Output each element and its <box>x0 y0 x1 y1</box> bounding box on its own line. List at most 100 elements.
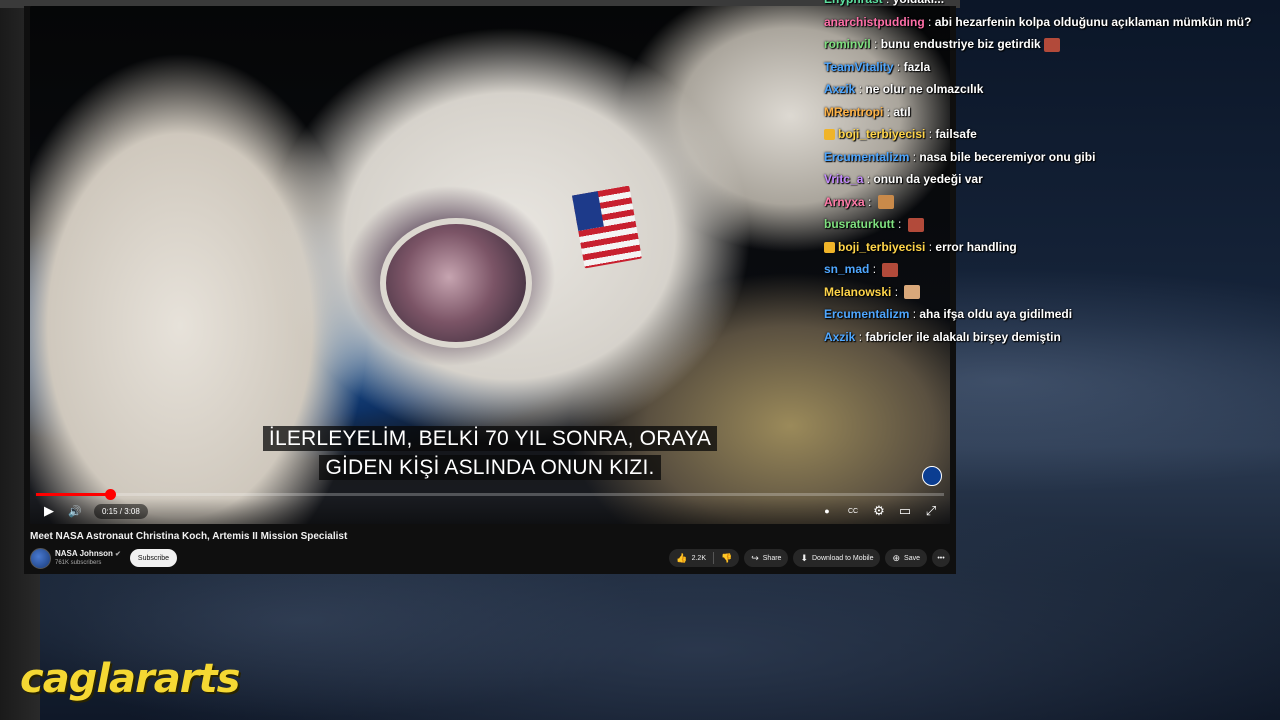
chat-message: Vritc_a : onun da yedeği var <box>824 168 1274 191</box>
chat-username[interactable]: Melanowski <box>824 285 891 299</box>
more-options-button[interactable]: ••• <box>932 549 950 567</box>
chat-separator: : <box>864 194 875 209</box>
chat-username[interactable]: boji_terbiyecisi <box>838 240 925 254</box>
share-button[interactable]: ↪ Share <box>744 549 789 567</box>
dislike-icon[interactable]: 👎 <box>721 553 732 564</box>
captions-icon[interactable]: CC <box>840 500 866 522</box>
chat-message: boji_terbiyecisi : error handling <box>824 236 1274 259</box>
like-count[interactable]: 2.2K <box>692 555 706 562</box>
settings-icon[interactable]: ⚙ <box>866 500 892 522</box>
chat-separator: : <box>869 262 880 276</box>
chat-text: nasa bile beceremiyor onu gibi <box>919 149 1096 164</box>
chat-username[interactable]: anarchistpudding <box>824 15 925 29</box>
chat-username[interactable]: Axzik <box>824 82 855 96</box>
channel-avatar[interactable] <box>30 548 51 569</box>
us-flag-patch <box>572 185 642 269</box>
save-icon: ⊕ <box>892 552 901 563</box>
autoplay-toggle-icon[interactable]: ● <box>814 500 840 522</box>
chat-message: TeamVitality : fazla <box>824 56 1274 79</box>
chat-separator: : <box>925 127 936 141</box>
progress-fill <box>36 493 110 496</box>
share-icon: ↪ <box>751 552 759 563</box>
video-title[interactable]: Meet NASA Astronaut Christina Koch, Arte… <box>30 531 347 542</box>
chat-text: failsafe <box>935 127 977 141</box>
chat-message: sn_mad : <box>824 258 1274 281</box>
chat-message: Axzik : fabricler ile alakalı birşey dem… <box>824 326 1274 349</box>
save-label: Save <box>904 554 920 562</box>
subscribe-button[interactable]: Subscribe <box>130 549 177 567</box>
chat-text: aha ifşa oldu aya gidilmedi <box>919 307 1073 321</box>
chat-separator: : <box>870 37 881 51</box>
chat-username[interactable]: boji_terbiyecisi <box>838 127 925 141</box>
share-label: Share <box>762 554 782 562</box>
chat-username[interactable]: Arnyxa <box>824 195 865 209</box>
like-divider <box>713 552 714 564</box>
chat-username[interactable]: TeamVitality <box>824 60 894 74</box>
chat-separator: : <box>863 172 874 186</box>
chat-emote-icon <box>1043 37 1060 52</box>
chat-separator: : <box>855 329 866 344</box>
brand-watermark: caglararts <box>20 656 240 702</box>
chat-text: abi hezarfenin kolpa olduğunu açıklaman … <box>934 14 1252 29</box>
subtitle-line-2: GİDEN KİŞİ ASLINDA ONUN KIZI. <box>319 455 661 480</box>
chat-text: yoldaki... <box>893 0 944 6</box>
chat-username[interactable]: Ercumentalizm <box>824 307 909 321</box>
like-icon[interactable]: 👍 <box>676 553 687 564</box>
download-icon: ⬇ <box>800 552 808 563</box>
chat-username[interactable]: Ercumentalizm <box>824 150 909 164</box>
chat-username[interactable]: busraturkutt <box>824 217 895 231</box>
chat-separator: : <box>883 104 894 119</box>
miniplayer-icon[interactable]: ▭ <box>892 500 918 522</box>
chat-username[interactable]: rominvil <box>824 37 871 51</box>
chat-message: Ercumentalizm : nasa bile beceremiyor on… <box>824 146 1274 169</box>
chat-separator: : <box>855 82 866 96</box>
chat-text: bunu endustriye biz getirdik <box>880 37 1041 51</box>
astronaut-visor <box>380 218 532 348</box>
download-label: Download to Mobile <box>812 554 874 562</box>
chat-username[interactable]: sn_mad <box>824 262 869 276</box>
volume-icon[interactable]: 🔊 <box>62 500 88 522</box>
chat-username[interactable]: Axzik <box>824 330 855 344</box>
chat-username[interactable]: MRentropi <box>824 105 883 119</box>
download-button[interactable]: ⬇ Download to Mobile <box>793 549 881 567</box>
chat-separator: : <box>909 307 920 321</box>
play-icon[interactable]: ▶ <box>36 500 62 522</box>
chat-emote-icon <box>877 195 894 210</box>
chat-message: Enyphrast : yoldaki... <box>824 0 1274 11</box>
channel-name-text: NASA Johnson <box>55 549 113 558</box>
chat-message: Melanowski : <box>824 281 1274 304</box>
like-dislike-group: 👍 2.2K 👎 <box>669 549 740 567</box>
chat-emote-icon <box>907 217 924 232</box>
chat-username[interactable]: Enyphrast <box>824 0 883 6</box>
channel-name[interactable]: NASA Johnson ✔ <box>55 549 121 558</box>
player-controls: ▶ 🔊 0:15 / 3:08 ● CC ⚙ ▭ ⤢ <box>30 498 950 524</box>
save-button[interactable]: ⊕ Save <box>885 549 927 567</box>
chat-separator: : <box>883 0 893 6</box>
chat-separator: : <box>893 59 904 74</box>
chat-message: anarchistpudding : abi hezarfenin kolpa … <box>824 11 1274 34</box>
chat-separator: : <box>909 149 920 164</box>
chat-message: Arnyxa : <box>824 191 1274 214</box>
chat-username[interactable]: Vritc_a <box>824 172 863 186</box>
chat-message: boji_terbiyecisi : failsafe <box>824 123 1274 146</box>
chat-message: busraturkutt : <box>824 213 1274 236</box>
chat-emote-icon <box>904 285 921 300</box>
chat-overlay: Enyphrast : yoldaki...anarchistpudding :… <box>824 0 1274 348</box>
chat-text: ne olur ne olmazcılık <box>865 82 984 96</box>
progress-bar[interactable] <box>36 489 944 500</box>
chat-text: onun da yedeği var <box>873 172 983 186</box>
chat-message: MRentropi : atıl <box>824 101 1274 124</box>
crown-badge-icon <box>824 129 835 141</box>
fullscreen-icon[interactable]: ⤢ <box>918 500 944 522</box>
chat-text: error handling <box>935 239 1017 254</box>
chat-emote-icon <box>882 262 899 277</box>
chat-separator: : <box>894 217 905 231</box>
verified-icon: ✔ <box>114 551 121 558</box>
subtitle-line-1: İLERLEYELİM, BELKİ 70 YIL SONRA, ORAYA <box>262 426 718 451</box>
action-bar: 👍 2.2K 👎 ↪ Share ⬇ Download to Mobile ⊕ … <box>669 548 950 568</box>
chat-message: Axzik : ne olur ne olmazcılık <box>824 78 1274 101</box>
chat-separator: : <box>891 284 902 299</box>
crown-badge-icon <box>824 241 835 253</box>
channel-row: NASA Johnson ✔ 761K subscribers Subscribe… <box>30 548 950 569</box>
video-player[interactable]: İLERLEYELİM, BELKİ 70 YIL SONRA, ORAYA G… <box>30 6 950 524</box>
